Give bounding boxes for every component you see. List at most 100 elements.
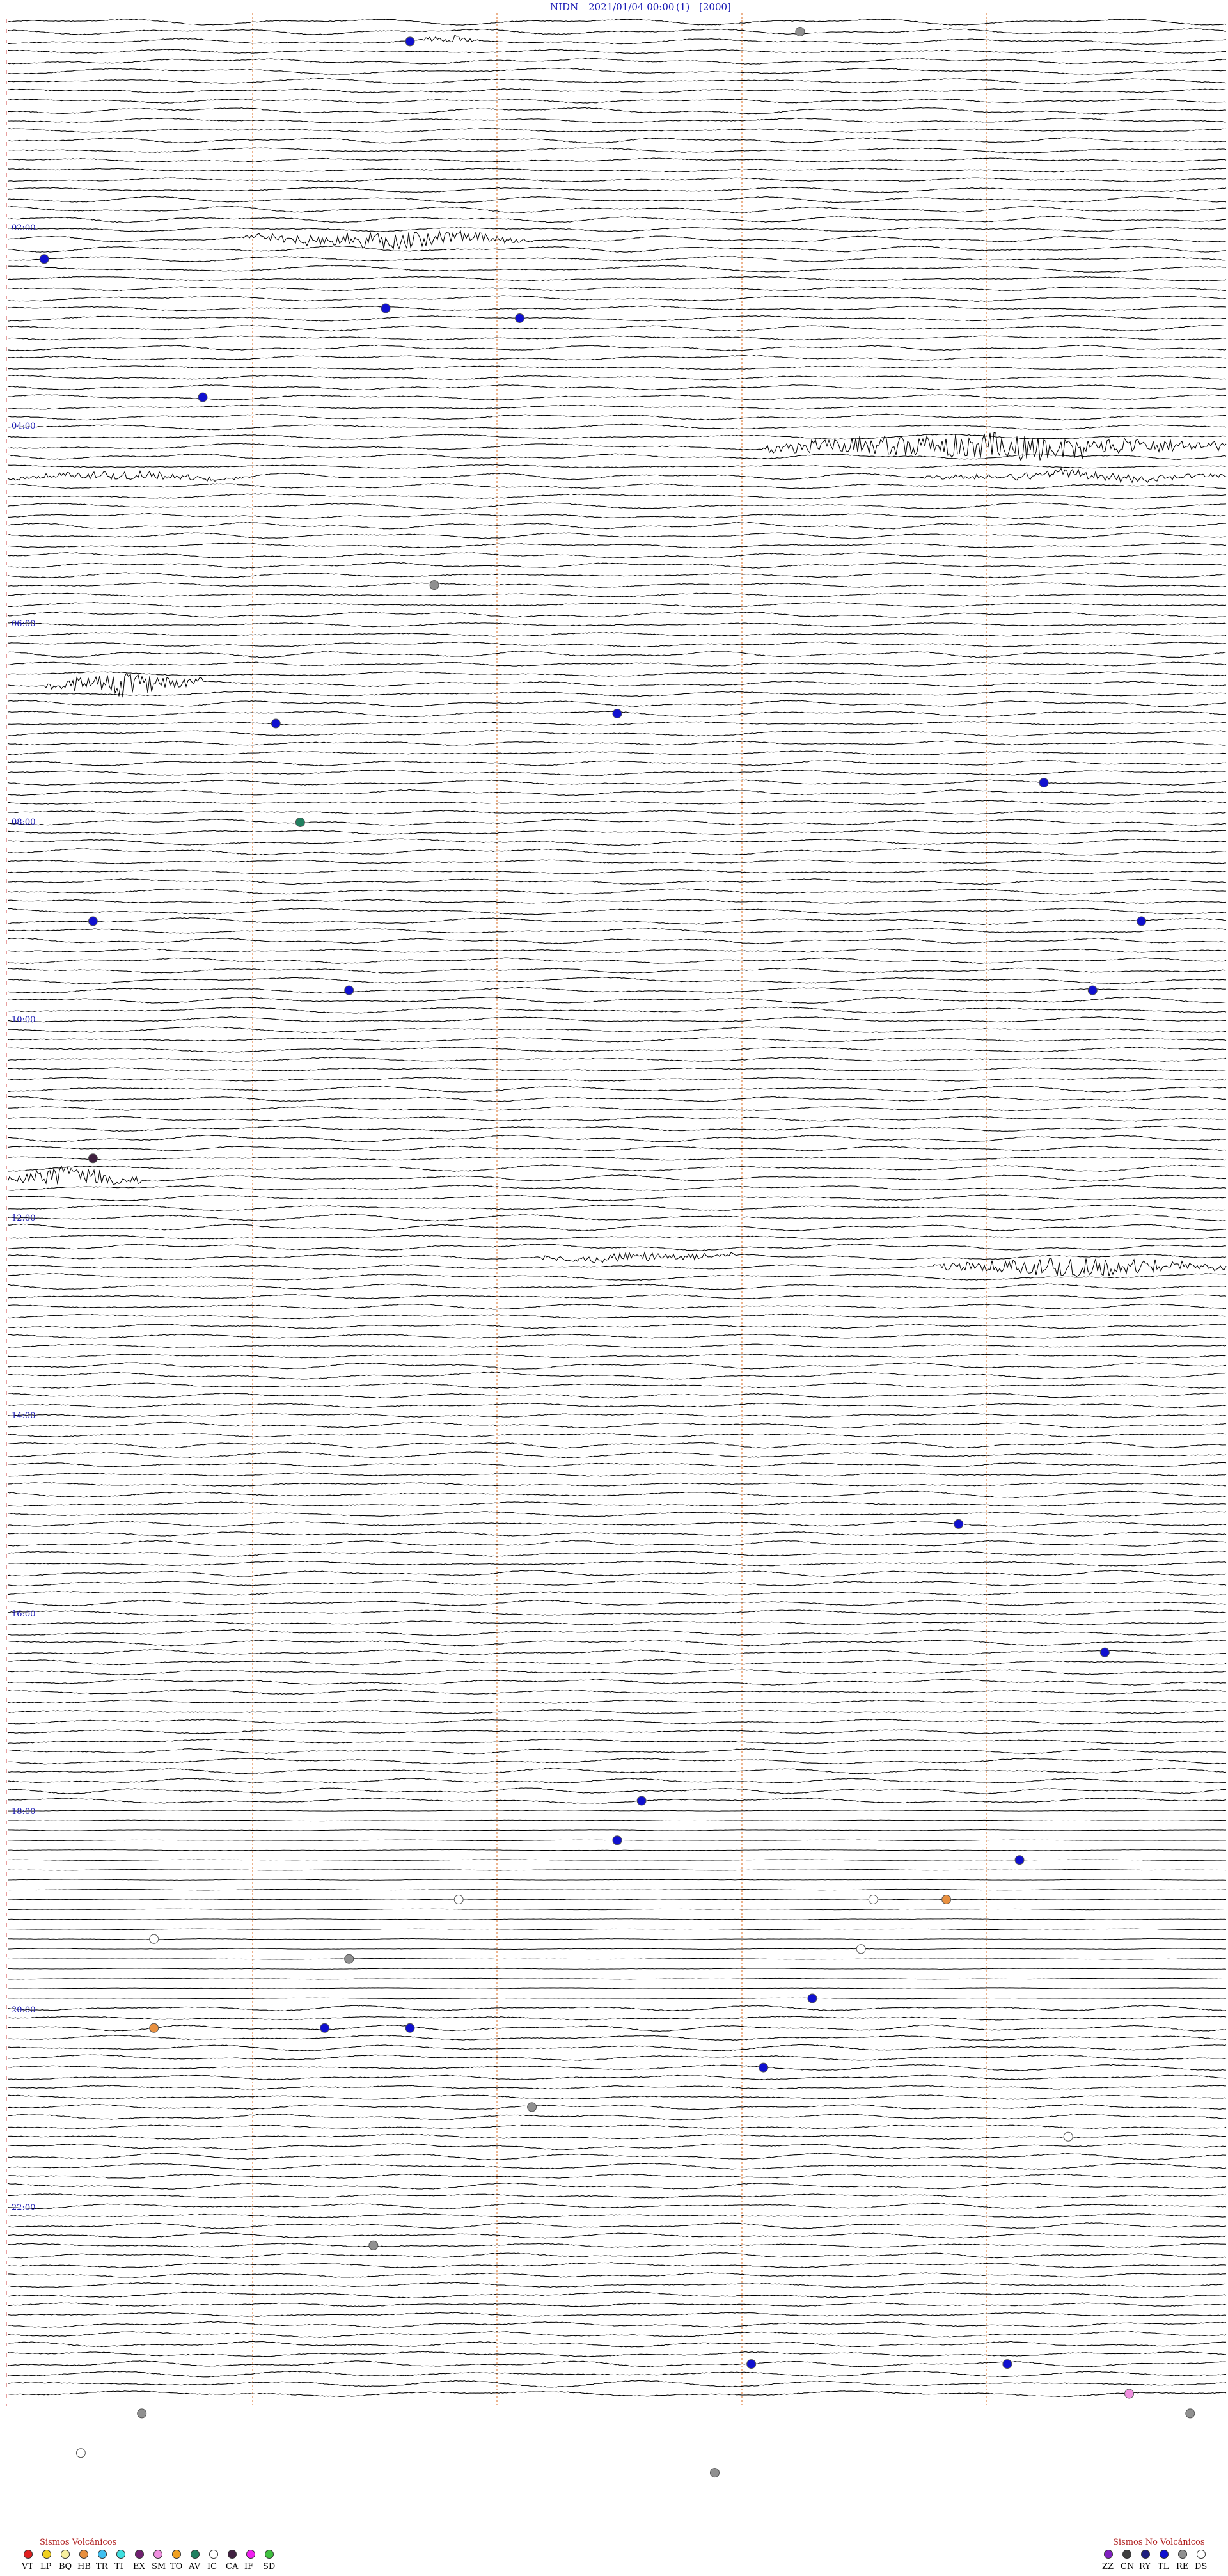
legend-swatch-zz <box>1104 2550 1113 2559</box>
event-marker-ic <box>1063 2131 1073 2142</box>
event-marker-tl <box>612 1835 622 1845</box>
event-marker-av <box>295 818 305 827</box>
legend-swatch-bq <box>61 2550 70 2559</box>
legend-swatch-if <box>246 2550 255 2559</box>
event-marker-re <box>795 27 805 36</box>
legend-swatch-cn <box>1122 2550 1131 2559</box>
legend-code-ic: IC <box>207 2562 217 2572</box>
event-marker-tl <box>1099 1647 1110 1657</box>
hour-label: 08:00 <box>12 818 35 827</box>
legend-code-if: IF <box>244 2562 253 2572</box>
hour-label: 04:00 <box>12 422 35 431</box>
event-marker-re <box>429 580 439 590</box>
hour-label: 14:00 <box>12 1411 35 1421</box>
legend-code-to: TO <box>170 2562 182 2572</box>
legend-code-ry: RY <box>1139 2562 1151 2572</box>
event-marker-ic <box>856 1944 866 1954</box>
legend-nonvolcanic-title: Sismos No Volcánicos <box>1113 2538 1205 2547</box>
legend-code-lp: LP <box>40 2562 52 2572</box>
event-marker-tl <box>759 2062 769 2073</box>
legend-swatch-vt <box>24 2550 33 2559</box>
legend-swatch-ic <box>209 2550 218 2559</box>
legend-swatch-tr <box>98 2550 107 2559</box>
legend-code-zz: ZZ <box>1102 2562 1114 2572</box>
event-marker-tl <box>515 313 524 323</box>
event-marker-tl <box>39 254 49 264</box>
event-marker-hb <box>941 1895 952 1904</box>
event-marker-tl <box>1087 985 1098 995</box>
event-marker-ic <box>453 1895 464 1904</box>
legend-swatch-av <box>191 2550 200 2559</box>
legend-swatch-re <box>1178 2550 1187 2559</box>
legend-code-re: RE <box>1176 2562 1188 2572</box>
event-marker-tl <box>88 916 98 926</box>
event-marker-re <box>344 1954 354 1964</box>
event-marker-tl <box>271 718 281 729</box>
helicorder-plot: NIDN 2021/01/04 00:00 (1) [2000] 02:00 04… <box>0 0 1228 2576</box>
header-scale: [2000] <box>699 1 731 13</box>
legend-swatch-ca <box>228 2550 237 2559</box>
hour-label: 06:00 <box>12 619 35 629</box>
legend-code-sm: SM <box>152 2562 166 2572</box>
legend-swatch-ry <box>1141 2550 1150 2559</box>
header-datetime: 2021/01/04 00:00 <box>588 1 674 13</box>
event-marker-ic <box>149 1934 159 1944</box>
legend-swatch-hb <box>79 2550 88 2559</box>
hour-label: 10:00 <box>12 1015 35 1025</box>
hour-label: 02:00 <box>12 223 35 233</box>
event-marker-tl <box>198 392 208 402</box>
event-marker-tl <box>1039 778 1049 788</box>
legend-code-hb: HB <box>77 2562 91 2572</box>
event-marker-tl <box>1014 1855 1025 1865</box>
hour-label: 12:00 <box>12 1213 35 1223</box>
event-marker-tl <box>612 709 622 718</box>
legend-swatch-tl <box>1160 2550 1169 2559</box>
event-marker-re <box>368 2240 379 2250</box>
event-marker-tl <box>320 2023 330 2033</box>
legend-swatch-sm <box>154 2550 162 2559</box>
legend-swatch-ti <box>116 2550 125 2559</box>
event-marker-tl <box>405 2023 415 2033</box>
legend-code-cn: CN <box>1121 2562 1134 2572</box>
legend-code-tl: TL <box>1158 2562 1169 2572</box>
legend-swatch-ex <box>135 2550 144 2559</box>
event-marker-tl <box>405 36 415 47</box>
header-component: (1) <box>676 1 689 13</box>
header-station: NIDN <box>550 1 578 13</box>
event-marker-re <box>1185 2408 1195 2419</box>
event-marker-re <box>527 2102 537 2112</box>
legend-code-ca: CA <box>226 2562 239 2572</box>
hour-label: 16:00 <box>12 1609 35 1619</box>
legend-code-vt: VT <box>21 2562 33 2572</box>
event-marker-tl <box>807 1993 817 2003</box>
event-marker-ic <box>868 1895 878 1904</box>
event-marker-tl <box>636 1796 647 1806</box>
legend-code-ds: DS <box>1195 2562 1207 2572</box>
event-marker-tl <box>954 1519 964 1529</box>
legend-code-bq: BQ <box>59 2562 72 2572</box>
event-marker-ic <box>75 2448 86 2458</box>
legend-code-ex: EX <box>133 2562 145 2572</box>
event-marker-tl <box>746 2359 757 2369</box>
event-marker-ca <box>88 1153 98 1164</box>
event-marker-re <box>710 2468 720 2478</box>
hour-label: 22:00 <box>12 2203 35 2213</box>
legend-swatch-sd <box>265 2550 274 2559</box>
event-marker-tl <box>1137 916 1147 926</box>
event-marker-tl <box>1002 2359 1012 2369</box>
legend-volcanic-title: Sismos Volcánicos <box>40 2538 116 2547</box>
hour-label: 20:00 <box>12 2005 35 2015</box>
hour-label: 18:00 <box>12 1807 35 1817</box>
legend-swatch-ds <box>1197 2550 1206 2559</box>
legend-code-sd: SD <box>263 2562 275 2572</box>
legend-swatch-to <box>172 2550 181 2559</box>
legend-swatch-lp <box>42 2550 51 2559</box>
event-marker-tl <box>381 303 391 313</box>
event-marker-re <box>137 2408 147 2419</box>
legend-code-ti: TI <box>114 2562 123 2572</box>
legend-code-tr: TR <box>96 2562 109 2572</box>
event-marker-hb <box>149 2023 159 2033</box>
event-marker-sm <box>1124 2389 1134 2399</box>
event-marker-tl <box>344 985 354 995</box>
legend-code-av: AV <box>188 2562 201 2572</box>
